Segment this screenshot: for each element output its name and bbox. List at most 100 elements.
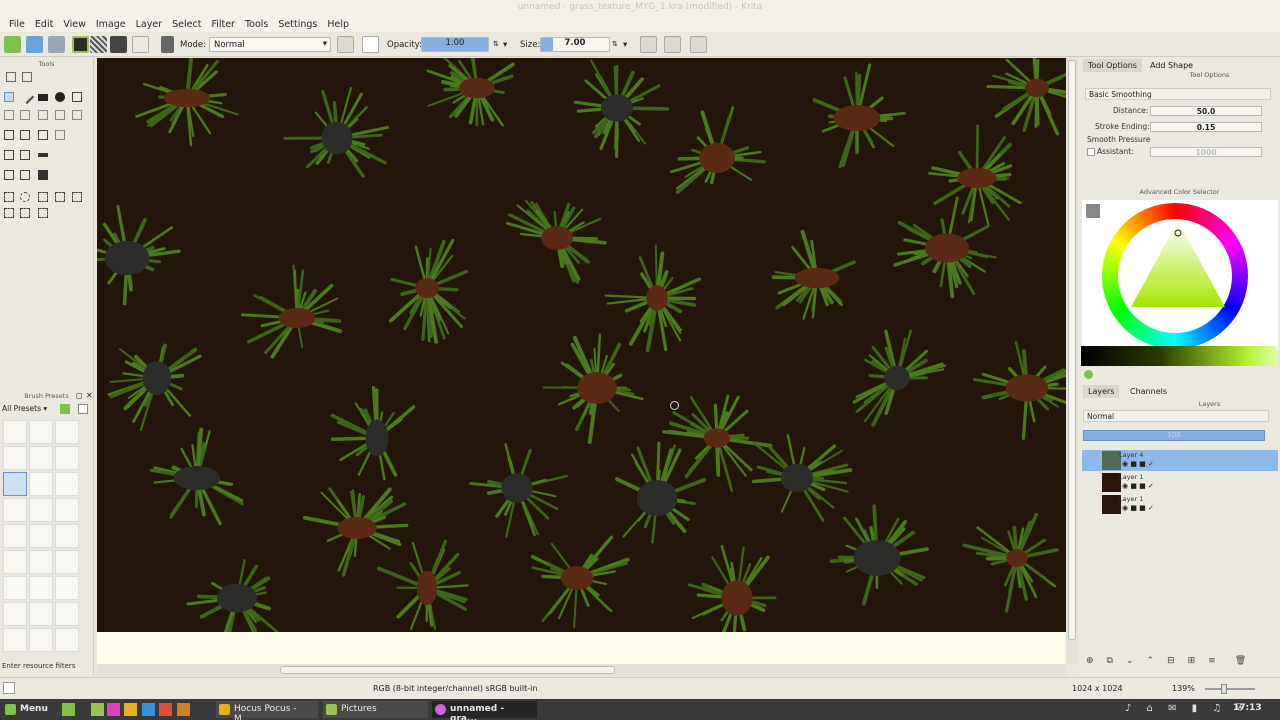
start-menu-button[interactable]: Menu xyxy=(2,701,52,718)
brush-preset-item[interactable] xyxy=(55,628,79,652)
freehand-path-icon[interactable] xyxy=(38,110,48,120)
horizontal-scrollbar[interactable] xyxy=(97,664,1066,676)
brush-preset-item[interactable] xyxy=(3,576,27,600)
brush-preset-item[interactable] xyxy=(55,472,79,496)
delete-layer-icon[interactable]: 🗑 xyxy=(1235,656,1246,670)
assistant-checkbox[interactable] xyxy=(1087,148,1095,156)
brush-preset-item[interactable] xyxy=(29,550,53,574)
open-document-icon[interactable] xyxy=(26,36,43,53)
transform-tool-icon[interactable] xyxy=(38,130,48,140)
foreground-color-swatch[interactable] xyxy=(72,36,89,53)
menu-view[interactable]: View xyxy=(58,19,91,30)
brush-preset-icon[interactable] xyxy=(132,36,149,53)
system-tray[interactable]: ♪ ⌂ ✉ ▮ ♫ ⛨ xyxy=(1125,703,1250,714)
text-tool-icon[interactable] xyxy=(20,170,30,180)
pointer-tool-icon[interactable] xyxy=(6,72,16,82)
assistant-slider[interactable]: 1000 xyxy=(1150,147,1262,157)
brush-preset-item[interactable] xyxy=(29,420,53,444)
erase-mode-icon[interactable] xyxy=(337,36,354,53)
menu-settings[interactable]: Settings xyxy=(273,19,322,30)
ellipse-tool-icon[interactable] xyxy=(55,92,65,102)
hue-ring[interactable] xyxy=(1102,203,1248,349)
measure-tool-icon[interactable] xyxy=(55,130,65,140)
media-icon[interactable] xyxy=(159,703,172,716)
brush-preset-item[interactable] xyxy=(3,524,27,548)
brush-preset-item[interactable] xyxy=(55,524,79,548)
brush-preset-item[interactable] xyxy=(3,628,27,652)
brush-preset-item[interactable] xyxy=(29,446,53,470)
resource-filter-input[interactable]: Enter resource filters xyxy=(2,662,75,670)
blend-mode-select[interactable]: Normal ▾ xyxy=(209,37,331,52)
pattern-icon[interactable] xyxy=(90,36,107,53)
freehand-select-icon[interactable] xyxy=(55,192,65,202)
line-tool-icon[interactable] xyxy=(19,89,35,105)
menu-image[interactable]: Image xyxy=(91,19,131,30)
opacity-slider[interactable]: 1.00 xyxy=(421,37,489,52)
layer-opacity-slider[interactable]: 100 xyxy=(1083,430,1265,441)
menu-layer[interactable]: Layer xyxy=(131,19,168,30)
brush-preset-item-selected[interactable] xyxy=(3,472,27,496)
brush-preset-item[interactable] xyxy=(55,420,79,444)
dynamic-brush-icon[interactable] xyxy=(55,110,65,120)
brush-preset-item[interactable] xyxy=(55,602,79,626)
brush-preset-item[interactable] xyxy=(29,498,53,522)
select-shapes-icon[interactable] xyxy=(22,72,32,82)
brush-preset-item[interactable] xyxy=(55,550,79,574)
brush-preset-item[interactable] xyxy=(55,498,79,522)
bezier-select-icon[interactable] xyxy=(20,208,30,218)
size-slider[interactable]: 7.00 xyxy=(540,37,610,52)
task-krita[interactable]: unnamed - gra... xyxy=(432,701,537,720)
tab-layers[interactable]: Layers xyxy=(1083,385,1120,398)
wrap-around-icon[interactable] xyxy=(690,36,707,53)
preserve-alpha-icon[interactable] xyxy=(362,36,379,53)
color-history-strip[interactable] xyxy=(1081,346,1277,366)
freehand-brush-tool-icon[interactable] xyxy=(4,92,14,102)
layer-visibility-icon[interactable]: ◉ ■ ■ ✓ xyxy=(1122,504,1154,512)
layer-row[interactable]: Layer 1 ◉ ■ ■ ✓ xyxy=(1082,494,1278,515)
brush-preset-item[interactable] xyxy=(29,576,53,600)
polygon-tool-icon[interactable] xyxy=(72,92,82,102)
polygon-select-icon[interactable] xyxy=(38,192,48,202)
menu-help[interactable]: Help xyxy=(322,19,354,30)
brush-preset-item[interactable] xyxy=(29,524,53,548)
selected-color-swatch[interactable] xyxy=(1084,370,1093,379)
gradient-tool-icon[interactable] xyxy=(38,153,48,157)
duplicate-layer-icon[interactable]: ⧉ xyxy=(1107,656,1113,670)
zoom-slider[interactable] xyxy=(1205,684,1255,694)
tab-tool-options[interactable]: Tool Options xyxy=(1083,59,1142,72)
brush-preset-item[interactable] xyxy=(3,446,27,470)
chevron-down-icon[interactable]: ▾ xyxy=(503,40,507,50)
swap-colors-icon[interactable] xyxy=(110,36,127,53)
chevron-down-icon[interactable]: ▾ xyxy=(623,40,627,50)
new-document-icon[interactable] xyxy=(4,36,21,53)
contiguous-select-icon[interactable] xyxy=(72,192,82,202)
brush-preset-item[interactable] xyxy=(29,472,53,496)
color-selector[interactable] xyxy=(1082,200,1278,350)
smoothing-select[interactable]: Basic Smoothing xyxy=(1085,88,1271,100)
layer-visibility-icon[interactable]: ◉ ■ ■ ✓ xyxy=(1122,482,1154,490)
layer-row[interactable]: Layer 1 ◉ ■ ■ ✓ xyxy=(1082,472,1278,493)
mirror-vertical-icon[interactable] xyxy=(664,36,681,53)
more-icon[interactable]: ≡ xyxy=(1208,656,1216,670)
menu-edit[interactable]: Edit xyxy=(30,19,58,30)
float-icon[interactable]: ◻ xyxy=(76,391,83,400)
saturation-triangle[interactable] xyxy=(1125,221,1225,313)
menu-filter[interactable]: Filter xyxy=(206,19,240,30)
zoom-slider-handle[interactable] xyxy=(1221,684,1227,694)
multibrush-icon[interactable] xyxy=(72,110,82,120)
rect-select-icon[interactable] xyxy=(4,192,14,202)
merge-icon[interactable]: ⊞ xyxy=(1188,656,1196,670)
polyline-tool-icon[interactable] xyxy=(4,110,14,120)
rectangle-tool-icon[interactable] xyxy=(38,94,48,101)
bezier-tool-icon[interactable] xyxy=(20,110,30,120)
menu-select[interactable]: Select xyxy=(167,19,206,30)
files-icon[interactable] xyxy=(91,703,104,716)
color-picker-icon[interactable] xyxy=(20,150,30,160)
scrollbar-thumb[interactable] xyxy=(280,666,615,674)
eyedropper-icon[interactable] xyxy=(1086,204,1100,218)
tag-icon[interactable] xyxy=(60,404,70,414)
layer-visibility-icon[interactable]: ◉ ■ ■ ✓ xyxy=(1122,460,1154,468)
mirror-horizontal-icon[interactable] xyxy=(640,36,657,53)
brush-preset-item[interactable] xyxy=(29,628,53,652)
layer-row-selected[interactable]: Layer 4 ◉ ■ ■ ✓ xyxy=(1082,450,1278,471)
